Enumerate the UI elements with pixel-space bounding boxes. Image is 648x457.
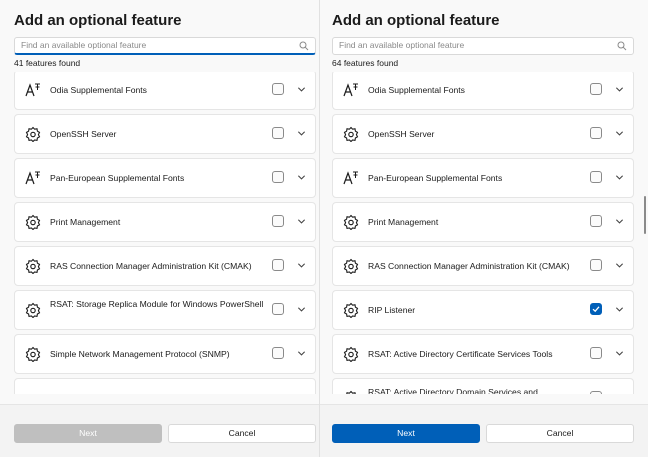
feature-checkbox[interactable] (590, 215, 602, 227)
feature-checkbox[interactable] (272, 171, 284, 183)
gear-icon (343, 346, 359, 362)
feature-label: RAS Connection Manager Administration Ki… (368, 261, 570, 271)
chevron-down-icon[interactable] (615, 217, 624, 226)
feature-label: Pan-European Supplemental Fonts (368, 173, 503, 183)
next-button[interactable]: Next (332, 424, 480, 443)
search-placeholder: Find an available optional feature (21, 40, 147, 50)
feature-item-odia-fonts[interactable]: Odia Supplemental Fonts (14, 72, 316, 110)
feature-label: RSAT: Active Directory Certificate Servi… (368, 349, 553, 359)
chevron-down-icon[interactable] (615, 261, 624, 270)
gear-icon (343, 302, 359, 318)
gear-icon (25, 302, 41, 318)
search-input[interactable]: Find an available optional feature (14, 37, 316, 55)
gear-icon (346, 390, 356, 394)
gear-icon (25, 126, 41, 142)
feature-label: RIP Listener (368, 305, 416, 315)
search-icon (299, 41, 309, 51)
feature-checkbox[interactable] (272, 347, 284, 359)
feature-item-rsat-storage-replica[interactable]: RSAT: Storage Replica Module for Windows… (14, 290, 316, 330)
feature-item-rsat-ad-cert-services[interactable]: RSAT: Active Directory Certificate Servi… (332, 334, 634, 374)
dialog-title: Add an optional feature (332, 12, 500, 29)
gear-icon (25, 258, 41, 274)
feature-checkbox[interactable] (272, 127, 284, 139)
feature-checkbox[interactable] (590, 171, 602, 183)
feature-label: RAS Connection Manager Administration Ki… (50, 261, 252, 271)
scrollbar-thumb[interactable] (644, 196, 646, 234)
feature-label: OpenSSH Server (50, 129, 117, 139)
feature-label: Odia Supplemental Fonts (368, 85, 465, 95)
right-dialog: Add an optional feature Find an availabl… (320, 0, 648, 457)
feature-list[interactable]: Odia Supplemental Fonts OpenSSH Server P… (332, 72, 634, 394)
font-icon (25, 83, 40, 97)
chevron-down-icon[interactable] (297, 305, 306, 314)
feature-item-pan-european-fonts[interactable]: Pan-European Supplemental Fonts (14, 158, 316, 198)
dialog-title: Add an optional feature (14, 12, 182, 29)
feature-checkbox[interactable] (272, 303, 284, 315)
dialog-footer: Next Cancel (320, 404, 648, 457)
feature-label: Simple Network Management Protocol (SNMP… (50, 349, 230, 359)
cancel-button[interactable]: Cancel (486, 424, 634, 443)
feature-label: RSAT: Storage Replica Module for Windows… (50, 299, 264, 309)
feature-item-openssh-server[interactable]: OpenSSH Server (332, 114, 634, 154)
feature-item-odia-fonts[interactable]: Odia Supplemental Fonts (332, 72, 634, 110)
cancel-button[interactable]: Cancel (168, 424, 316, 443)
feature-checkbox[interactable] (590, 127, 602, 139)
chevron-down-icon[interactable] (297, 261, 306, 270)
feature-label: Odia Supplemental Fonts (50, 85, 147, 95)
chevron-down-icon[interactable] (615, 393, 624, 394)
next-button[interactable]: Next (14, 424, 162, 443)
chevron-down-icon[interactable] (297, 173, 306, 182)
left-dialog: Add an optional feature Find an availabl… (0, 0, 319, 457)
gear-icon (25, 346, 41, 362)
chevron-down-icon[interactable] (615, 85, 624, 94)
gear-icon (25, 214, 41, 230)
checkmark-icon (592, 306, 600, 313)
chevron-down-icon[interactable] (297, 85, 306, 94)
feature-item-print-management[interactable]: Print Management (14, 202, 316, 242)
feature-checkbox[interactable] (272, 259, 284, 271)
search-input[interactable]: Find an available optional feature (332, 37, 634, 55)
search-icon (617, 41, 627, 51)
feature-label: OpenSSH Server (368, 129, 435, 139)
feature-item-openssh-server[interactable]: OpenSSH Server (14, 114, 316, 154)
feature-checkbox[interactable] (590, 83, 602, 95)
gear-icon (343, 214, 359, 230)
feature-item-ras-cmak[interactable]: RAS Connection Manager Administration Ki… (332, 246, 634, 286)
feature-label: Print Management (368, 217, 439, 227)
features-found-count: 41 features found (14, 58, 81, 68)
font-icon (343, 83, 358, 97)
feature-item-partial[interactable] (14, 378, 316, 394)
chevron-down-icon[interactable] (615, 173, 624, 182)
font-icon (25, 171, 40, 185)
feature-item-snmp[interactable]: Simple Network Management Protocol (SNMP… (14, 334, 316, 374)
feature-item-print-management[interactable]: Print Management (332, 202, 634, 242)
feature-checkbox[interactable] (590, 347, 602, 359)
features-found-count: 64 features found (332, 58, 399, 68)
feature-item-rsat-ad-domain-services[interactable]: RSAT: Active Directory Domain Services a… (332, 378, 634, 394)
feature-item-ras-cmak[interactable]: RAS Connection Manager Administration Ki… (14, 246, 316, 286)
feature-item-rip-listener[interactable]: RIP Listener (332, 290, 634, 330)
feature-checkbox[interactable] (590, 259, 602, 271)
feature-list[interactable]: Odia Supplemental Fonts OpenSSH Server P… (14, 72, 316, 394)
font-icon (343, 171, 358, 185)
chevron-down-icon[interactable] (615, 129, 624, 138)
feature-checkbox[interactable] (272, 215, 284, 227)
feature-checkbox[interactable] (590, 391, 602, 394)
feature-item-pan-european-fonts[interactable]: Pan-European Supplemental Fonts (332, 158, 634, 198)
chevron-down-icon[interactable] (297, 217, 306, 226)
feature-label: RSAT: Active Directory Domain Services a… (368, 387, 538, 394)
feature-checkbox[interactable] (272, 83, 284, 95)
dialog-footer: Next Cancel (0, 404, 319, 457)
chevron-down-icon[interactable] (297, 129, 306, 138)
gear-icon (343, 258, 359, 274)
search-placeholder: Find an available optional feature (339, 40, 465, 50)
feature-label: Pan-European Supplemental Fonts (50, 173, 185, 183)
feature-label: Print Management (50, 217, 121, 227)
chevron-down-icon[interactable] (297, 349, 306, 358)
chevron-down-icon[interactable] (615, 349, 624, 358)
gear-icon (343, 126, 359, 142)
feature-checkbox-checked[interactable] (590, 303, 602, 315)
chevron-down-icon[interactable] (615, 305, 624, 314)
